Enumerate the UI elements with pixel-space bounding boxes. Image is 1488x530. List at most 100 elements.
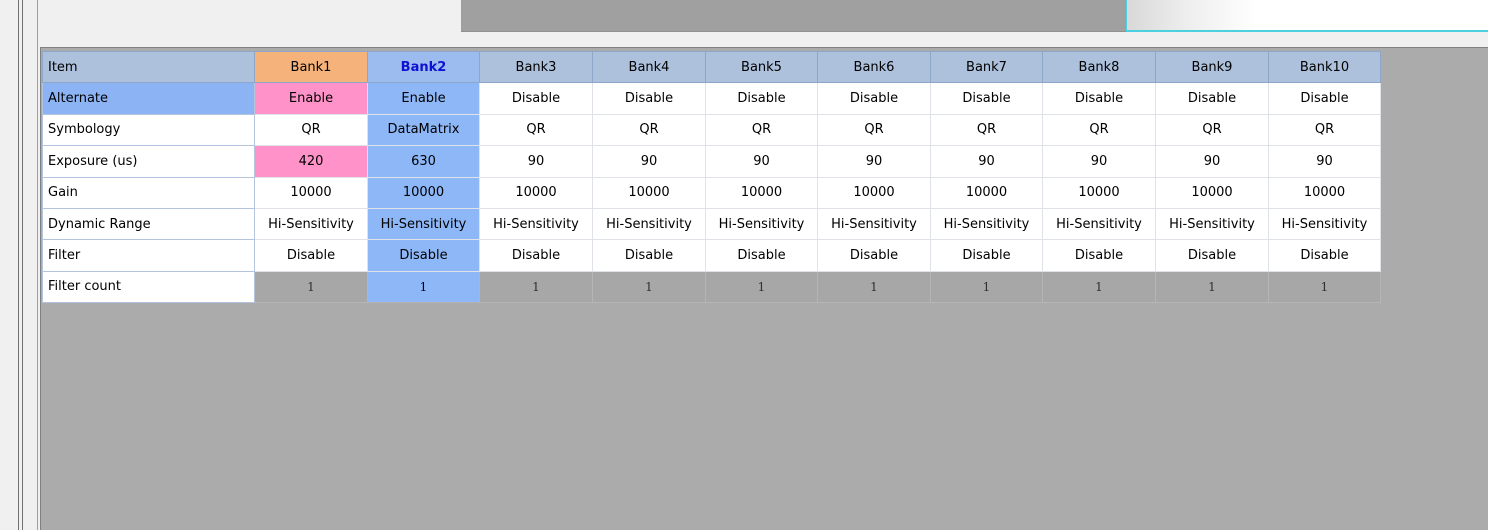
- table-cell: 1: [817, 270, 931, 304]
- table-cell[interactable]: 10000: [930, 176, 1043, 209]
- column-header-bank2[interactable]: Bank2: [367, 50, 480, 84]
- table-cell[interactable]: 10000: [1155, 176, 1269, 209]
- table-cell[interactable]: Hi-Sensitivity: [1042, 207, 1156, 241]
- column-header-bank6[interactable]: Bank6: [817, 50, 931, 84]
- table-cell[interactable]: 10000: [1268, 176, 1381, 209]
- table-cell[interactable]: 10000: [1042, 176, 1156, 209]
- table-cell[interactable]: 1: [367, 270, 480, 304]
- table-cell[interactable]: Disable: [1155, 82, 1269, 115]
- table-cell[interactable]: Disable: [1268, 82, 1381, 115]
- screen: Item Bank1 Bank2 Bank3 Bank4 Bank5 Bank6…: [0, 0, 1488, 530]
- row-header[interactable]: Symbology: [42, 113, 255, 147]
- table-cell[interactable]: 10000: [367, 176, 480, 209]
- table-row: Gain 10000 10000 10000 10000 10000 10000…: [42, 176, 1381, 209]
- row-header[interactable]: Dynamic Range: [42, 207, 255, 241]
- column-header-bank1[interactable]: Bank1: [254, 50, 368, 84]
- table-cell[interactable]: Hi-Sensitivity: [1268, 207, 1381, 241]
- table-cell[interactable]: Disable: [367, 239, 480, 272]
- table-cell[interactable]: 90: [817, 145, 931, 178]
- table-cell[interactable]: 90: [930, 145, 1043, 178]
- table-cell[interactable]: 90: [1155, 145, 1269, 178]
- divider: [22, 0, 23, 530]
- table-cell[interactable]: Hi-Sensitivity: [254, 207, 368, 241]
- table-cell[interactable]: Hi-Sensitivity: [817, 207, 931, 241]
- table-cell[interactable]: Disable: [592, 239, 706, 272]
- table-cell[interactable]: QR: [254, 113, 368, 147]
- table-cell[interactable]: QR: [1155, 113, 1269, 147]
- column-header-bank3[interactable]: Bank3: [479, 50, 593, 84]
- table-cell: 1: [1042, 270, 1156, 304]
- table-cell[interactable]: Disable: [479, 239, 593, 272]
- column-header-bank7[interactable]: Bank7: [930, 50, 1043, 84]
- row-header[interactable]: Exposure (us): [42, 145, 255, 178]
- table-row: Symbology QR DataMatrix QR QR QR QR QR Q…: [42, 113, 1381, 147]
- table-cell[interactable]: Hi-Sensitivity: [705, 207, 818, 241]
- column-header-bank5[interactable]: Bank5: [705, 50, 818, 84]
- table-cell[interactable]: Hi-Sensitivity: [592, 207, 706, 241]
- table-cell[interactable]: 90: [705, 145, 818, 178]
- table-cell[interactable]: 10000: [479, 176, 593, 209]
- table-cell[interactable]: 420: [254, 145, 368, 178]
- table-cell[interactable]: Disable: [705, 82, 818, 115]
- table-cell[interactable]: Hi-Sensitivity: [479, 207, 593, 241]
- table-cell[interactable]: Hi-Sensitivity: [367, 207, 480, 241]
- table-cell[interactable]: Disable: [817, 82, 931, 115]
- row-header[interactable]: Filter: [42, 239, 255, 272]
- table-cell[interactable]: Disable: [930, 82, 1043, 115]
- table-cell[interactable]: Disable: [1042, 82, 1156, 115]
- table-row: Exposure (us) 420 630 90 90 90 90 90 90 …: [42, 145, 1381, 178]
- table-cell[interactable]: 10000: [817, 176, 931, 209]
- table-cell[interactable]: 90: [1268, 145, 1381, 178]
- table-cell[interactable]: Disable: [479, 82, 593, 115]
- table-cell[interactable]: Disable: [592, 82, 706, 115]
- table-cell: 1: [1155, 270, 1269, 304]
- bank-settings-grid: Item Bank1 Bank2 Bank3 Bank4 Bank5 Bank6…: [40, 47, 1488, 530]
- table-cell[interactable]: 90: [1042, 145, 1156, 178]
- table-cell[interactable]: 630: [367, 145, 480, 178]
- table-cell[interactable]: QR: [1268, 113, 1381, 147]
- table-row: Filter count 1 1 1 1 1 1 1 1 1 1: [42, 270, 1381, 304]
- table-cell: 1: [592, 270, 706, 304]
- table-cell: 1: [1268, 270, 1381, 304]
- table-cell[interactable]: QR: [1042, 113, 1156, 147]
- row-header[interactable]: Gain: [42, 176, 255, 209]
- divider: [18, 0, 19, 530]
- table-cell[interactable]: Enable: [367, 82, 480, 115]
- table-cell[interactable]: Disable: [705, 239, 818, 272]
- table-cell[interactable]: 10000: [254, 176, 368, 209]
- column-header-bank8[interactable]: Bank8: [1042, 50, 1156, 84]
- table-cell: 1: [254, 270, 368, 304]
- table-cell[interactable]: Disable: [930, 239, 1043, 272]
- table-cell[interactable]: QR: [817, 113, 931, 147]
- table-cell[interactable]: QR: [705, 113, 818, 147]
- table-cell: 1: [705, 270, 818, 304]
- table-cell[interactable]: 90: [592, 145, 706, 178]
- row-header[interactable]: Alternate: [42, 82, 255, 115]
- table-cell[interactable]: QR: [479, 113, 593, 147]
- column-header-bank10[interactable]: Bank10: [1268, 50, 1381, 84]
- column-header-bank9[interactable]: Bank9: [1155, 50, 1269, 84]
- top-gray-panel: [461, 0, 1126, 32]
- table-cell[interactable]: QR: [592, 113, 706, 147]
- table-cell[interactable]: Disable: [817, 239, 931, 272]
- table-cell[interactable]: 90: [479, 145, 593, 178]
- table-row: Filter Disable Disable Disable Disable D…: [42, 239, 1381, 272]
- bank-table: Item Bank1 Bank2 Bank3 Bank4 Bank5 Bank6…: [42, 50, 1381, 304]
- table-cell[interactable]: QR: [930, 113, 1043, 147]
- column-header-bank4[interactable]: Bank4: [592, 50, 706, 84]
- table-cell[interactable]: Disable: [1268, 239, 1381, 272]
- image-preview-panel[interactable]: [1126, 0, 1488, 32]
- table-cell[interactable]: Enable: [254, 82, 368, 115]
- table-cell[interactable]: Hi-Sensitivity: [1155, 207, 1269, 241]
- table-cell[interactable]: Disable: [254, 239, 368, 272]
- table-cell[interactable]: Hi-Sensitivity: [930, 207, 1043, 241]
- table-cell[interactable]: 10000: [592, 176, 706, 209]
- header-row: Item Bank1 Bank2 Bank3 Bank4 Bank5 Bank6…: [42, 50, 1381, 84]
- table-cell[interactable]: Disable: [1155, 239, 1269, 272]
- table-cell[interactable]: DataMatrix: [367, 113, 480, 147]
- table-cell[interactable]: Disable: [1042, 239, 1156, 272]
- column-header-item[interactable]: Item: [42, 50, 255, 84]
- table-cell[interactable]: 10000: [705, 176, 818, 209]
- table-row: Dynamic Range Hi-Sensitivity Hi-Sensitiv…: [42, 207, 1381, 241]
- row-header[interactable]: Filter count: [42, 270, 255, 304]
